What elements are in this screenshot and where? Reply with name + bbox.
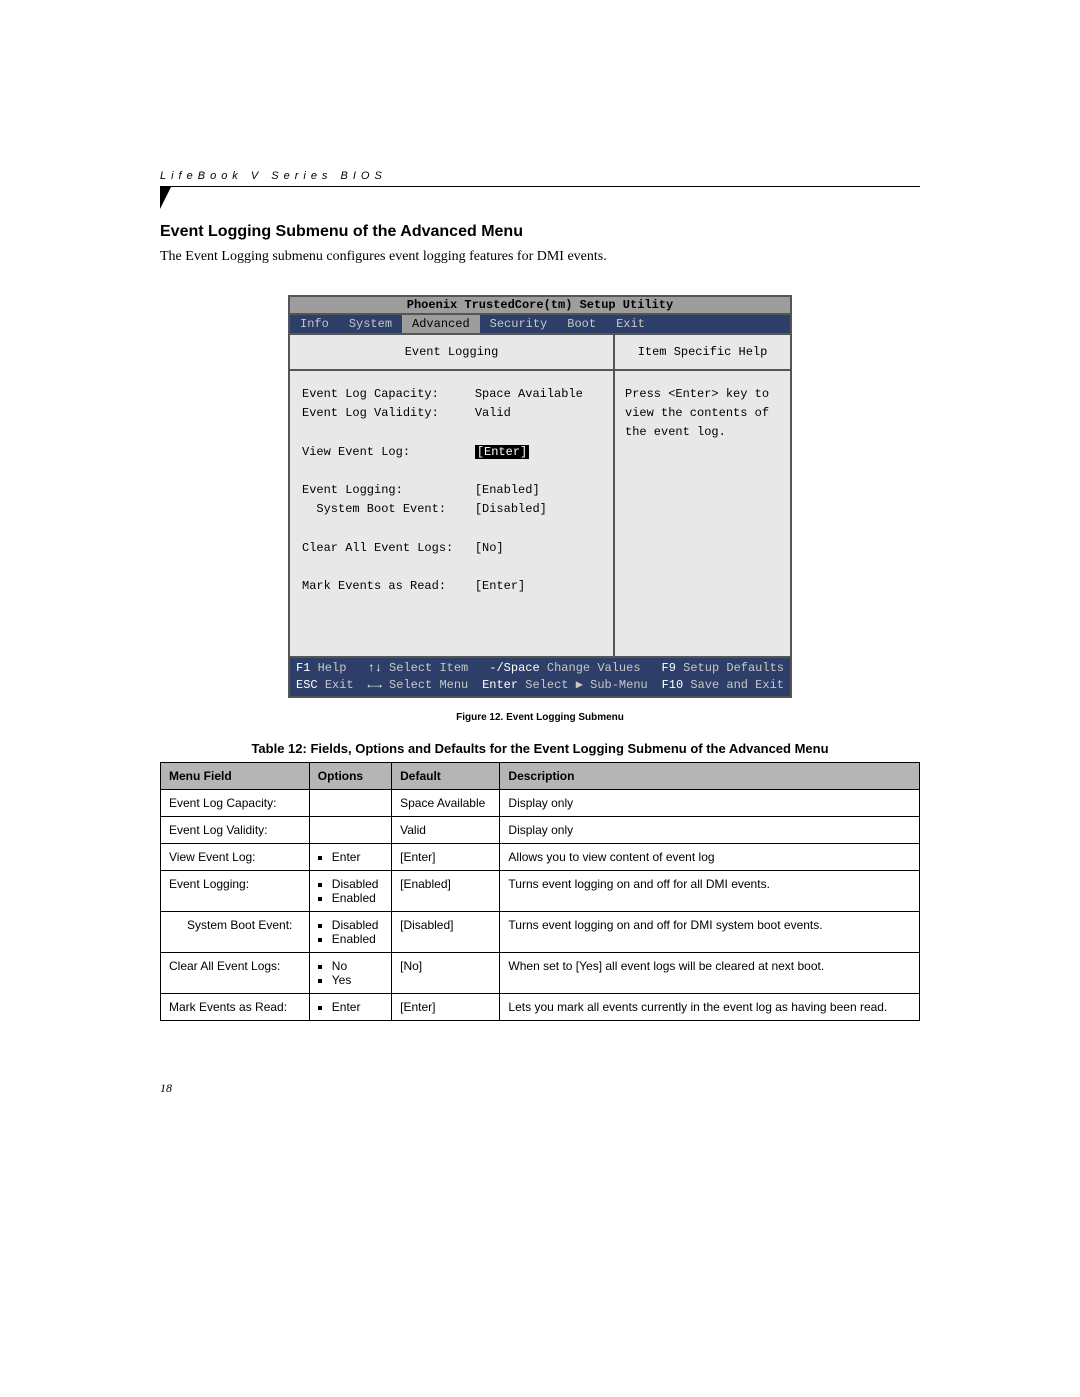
options-cell: DisabledEnabled [309, 870, 391, 911]
figure-caption: Figure 12. Event Logging Submenu [160, 712, 920, 723]
bios-setting-value: [Enabled] [475, 483, 540, 497]
description-cell: Display only [500, 816, 920, 843]
bios-setting-row: Event Log Capacity: Space Available [302, 385, 601, 404]
bios-setting-row [302, 519, 601, 538]
option-item: Disabled [332, 918, 383, 932]
bios-setting-value: [No] [475, 541, 504, 555]
option-item: Enabled [332, 932, 383, 946]
header-flag-icon [160, 187, 171, 209]
menu-field-cell: View Event Log: [161, 843, 310, 870]
bios-setting-row: Event Logging: [Enabled] [302, 481, 601, 500]
running-header: LifeBook V Series BIOS [160, 170, 920, 187]
options-cell: DisabledEnabled [309, 911, 391, 952]
menu-field-cell: Event Logging: [161, 870, 310, 911]
table-row: Event Log Validity: ValidDisplay only [161, 816, 920, 843]
description-cell: Allows you to view content of event log [500, 843, 920, 870]
bios-setting-label: Clear All Event Logs: [302, 541, 475, 555]
bios-tab: Advanced [402, 315, 480, 333]
bios-tab: System [339, 315, 402, 333]
bios-setting-label: Event Logging: [302, 483, 475, 497]
bios-screenshot: Phoenix TrustedCore(tm) Setup Utility In… [288, 295, 792, 698]
bios-main-title: Event Logging [290, 335, 613, 371]
table-row: System Boot Event:DisabledEnabled[Disabl… [161, 911, 920, 952]
menu-field-cell: Clear All Event Logs: [161, 952, 310, 993]
section-intro: The Event Logging submenu configures eve… [160, 249, 920, 265]
table-row: Event Log Capacity: Space AvailableDispla… [161, 789, 920, 816]
table-row: Clear All Event Logs:NoYes[No]When set t… [161, 952, 920, 993]
bios-setting-row: Event Log Validity: Valid [302, 404, 601, 423]
bios-setting-row: System Boot Event: [Disabled] [302, 500, 601, 519]
bios-setting-label: Mark Events as Read: [302, 579, 475, 593]
description-cell: Turns event logging on and off for DMI s… [500, 911, 920, 952]
option-item: Enabled [332, 891, 383, 905]
bios-setting-row [302, 462, 601, 481]
default-cell: Space Available [392, 789, 500, 816]
section-title: Event Logging Submenu of the Advanced Me… [160, 223, 920, 241]
bios-tab: Security [480, 315, 558, 333]
description-cell: Lets you mark all events currently in th… [500, 993, 920, 1020]
option-item: Yes [332, 973, 383, 987]
bios-setting-row [302, 423, 601, 442]
table-row: View Event Log: Enter [Enter]Allows you to… [161, 843, 920, 870]
bios-setting-row: View Event Log: [Enter] [302, 443, 601, 462]
menu-field-cell: Event Log Validity: [161, 816, 310, 843]
default-cell: [Disabled] [392, 911, 500, 952]
bios-setting-value: [Disabled] [475, 502, 547, 516]
option-item: Disabled [332, 877, 383, 891]
bios-setting-value: Valid [475, 406, 511, 420]
fields-table: Menu FieldOptionsDefaultDescription Even… [160, 762, 920, 1021]
bios-setting-row [302, 558, 601, 577]
table-header-cell: Options [309, 762, 391, 789]
bios-setting-label: View Event Log: [302, 445, 475, 459]
option-item: Enter [332, 1000, 383, 1014]
options-cell: Enter [309, 843, 391, 870]
bios-tab: Info [290, 315, 339, 333]
description-cell: Display only [500, 789, 920, 816]
options-cell [309, 816, 391, 843]
bios-setting-value: [Enter] [475, 445, 529, 459]
options-cell: NoYes [309, 952, 391, 993]
default-cell: [No] [392, 952, 500, 993]
bios-help-text: Press <Enter> key to view the contents o… [615, 371, 790, 457]
table-row: Event Logging:DisabledEnabled[Enabled]Tu… [161, 870, 920, 911]
menu-field-cell: System Boot Event: [161, 911, 310, 952]
bios-setting-label: Event Log Capacity: [302, 387, 475, 401]
bios-setting-row: Mark Events as Read: [Enter] [302, 577, 601, 596]
bios-setting-value: Space Available [475, 387, 583, 401]
bios-help-title: Item Specific Help [615, 335, 790, 371]
bios-tab: Exit [606, 315, 655, 333]
bios-title: Phoenix TrustedCore(tm) Setup Utility [290, 297, 790, 315]
default-cell: [Enabled] [392, 870, 500, 911]
default-cell: [Enter] [392, 843, 500, 870]
bios-setting-label: System Boot Event: [302, 502, 475, 516]
bios-setting-value: [Enter] [475, 579, 525, 593]
page-number: 18 [160, 1081, 920, 1096]
default-cell: [Enter] [392, 993, 500, 1020]
menu-field-cell: Mark Events as Read: [161, 993, 310, 1020]
table-row: Mark Events as Read: Enter [Enter]Lets you… [161, 993, 920, 1020]
default-cell: Valid [392, 816, 500, 843]
option-item: Enter [332, 850, 383, 864]
bios-settings-list: Event Log Capacity: Space AvailableEvent… [290, 371, 613, 656]
table-header-cell: Menu Field [161, 762, 310, 789]
bios-setting-label: Event Log Validity: [302, 406, 475, 420]
option-item: No [332, 959, 383, 973]
bios-setting-row: Clear All Event Logs: [No] [302, 539, 601, 558]
description-cell: Turns event logging on and off for all D… [500, 870, 920, 911]
options-cell [309, 789, 391, 816]
table-header-cell: Description [500, 762, 920, 789]
bios-tabs: InfoSystemAdvancedSecurityBootExit [290, 315, 790, 335]
bios-footer: F1 Help ↑↓ Select Item -/Space Change Va… [290, 656, 790, 696]
menu-field-cell: Event Log Capacity: [161, 789, 310, 816]
table-caption: Table 12: Fields, Options and Defaults f… [160, 741, 920, 756]
bios-tab: Boot [557, 315, 606, 333]
table-header-cell: Default [392, 762, 500, 789]
options-cell: Enter [309, 993, 391, 1020]
description-cell: When set to [Yes] all event logs will be… [500, 952, 920, 993]
